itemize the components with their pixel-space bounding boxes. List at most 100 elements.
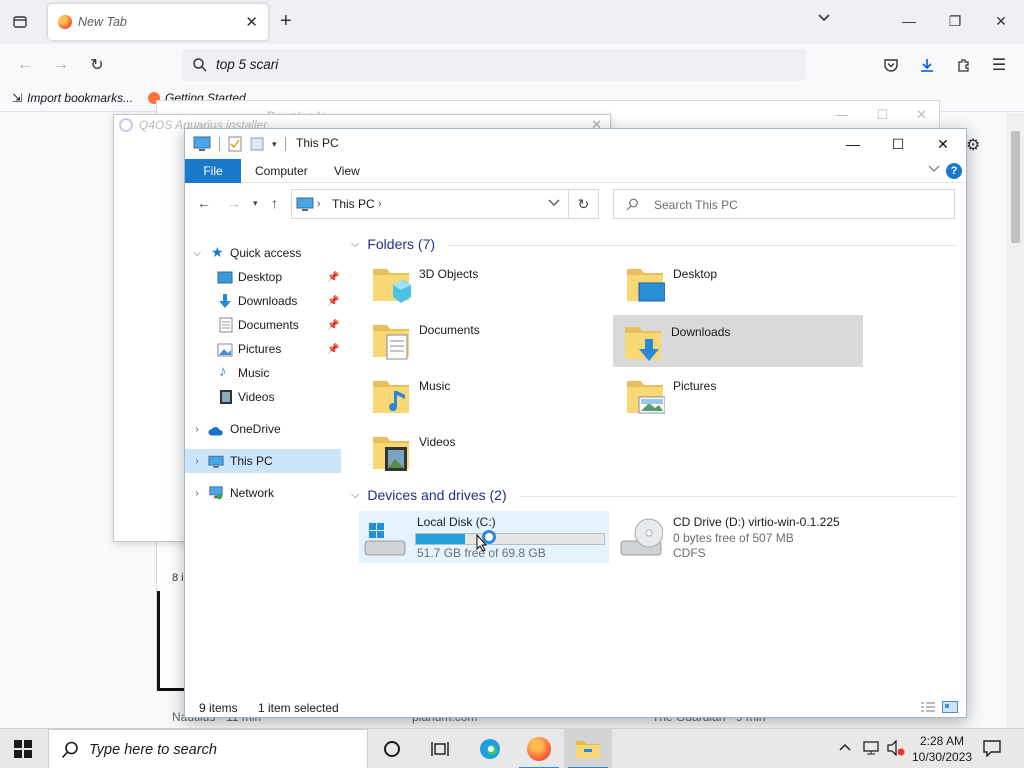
cortana-button[interactable] (368, 729, 416, 768)
firefox-icon (58, 15, 72, 29)
taskbar-slot[interactable] (614, 729, 658, 768)
folder-music[interactable]: Music (361, 369, 611, 421)
nav-onedrive[interactable]: › OneDrive (185, 417, 341, 441)
gear-icon[interactable]: ⚙ (966, 135, 980, 155)
folder-videos[interactable]: Videos (361, 425, 611, 477)
recent-locations-icon[interactable]: ▾ (253, 198, 258, 209)
clock-date: 10/30/2023 (912, 750, 973, 764)
minimize-icon[interactable]: — (900, 12, 918, 30)
videos-folder-icon (373, 437, 409, 471)
minimize-icon[interactable]: — (841, 133, 865, 155)
expand-ribbon-icon[interactable] (928, 164, 940, 176)
tab-title: New Tab (78, 15, 127, 29)
download-icon[interactable] (916, 54, 938, 76)
nav-quick-access[interactable]: ⌵ ★ Quick access (185, 241, 341, 265)
task-view-button[interactable] (416, 729, 464, 768)
breadcrumb-chevron-icon[interactable]: › (317, 198, 321, 210)
pin-icon[interactable]: 📌 (327, 320, 339, 331)
properties-icon[interactable] (228, 136, 242, 152)
close-icon[interactable]: ✕ (931, 133, 955, 155)
tab-file[interactable]: File (185, 159, 241, 183)
back-icon[interactable]: ← (197, 195, 211, 211)
selection-count: 1 item selected (258, 701, 339, 715)
taskbar-search-input[interactable]: Type here to search (48, 729, 368, 768)
customize-toolbar-icon[interactable]: ▾ (272, 139, 277, 150)
windows-start-icon[interactable] (14, 740, 32, 758)
tab-list-icon[interactable] (8, 10, 32, 34)
new-tab-button[interactable]: + (280, 10, 292, 32)
scroll-thumb[interactable] (1011, 131, 1020, 243)
folders-group-header[interactable]: ⌵ Folders (7) (351, 236, 435, 252)
address-history-icon[interactable] (548, 198, 560, 210)
browser-tab-bar: New Tab ✕ + — ❐ ✕ (0, 0, 1024, 44)
nav-network[interactable]: › Network (185, 481, 341, 505)
chevron-up-icon[interactable] (838, 740, 852, 755)
edge-button[interactable] (466, 729, 514, 768)
page-scrollbar[interactable] (1007, 113, 1024, 728)
notification-icon[interactable] (982, 739, 1002, 760)
new-folder-icon[interactable] (250, 136, 264, 152)
music-folder-icon (373, 381, 409, 413)
browser-nav-bar: ← → ↻ top 5 scari ☰ (0, 44, 1024, 86)
tiles-view-icon[interactable] (942, 701, 958, 713)
url-text: top 5 scari (216, 57, 279, 72)
tab-close-icon[interactable]: ✕ (245, 13, 258, 31)
nav-pictures[interactable]: Pictures 📌 (185, 337, 341, 361)
drive-cd-d[interactable]: CD Drive (D:) virtio-win-0.1.225 0 bytes… (615, 511, 915, 563)
edge-icon (480, 739, 500, 759)
folder-3d-objects[interactable]: 3D Objects (361, 257, 611, 309)
browser-tab[interactable]: New Tab ✕ (48, 4, 268, 40)
help-icon[interactable]: ? (946, 163, 962, 179)
nav-this-pc[interactable]: › This PC (185, 449, 341, 473)
reload-icon[interactable]: ↻ (86, 54, 108, 76)
maximize-icon[interactable]: ☐ (886, 133, 910, 155)
chevron-down-icon[interactable]: ⌵ (351, 238, 359, 251)
forward-icon[interactable]: → (227, 195, 241, 211)
breadcrumb-chevron-icon[interactable]: › (378, 198, 382, 210)
volume-muted-icon[interactable] (886, 739, 906, 759)
quick-access-toolbar: ▾ (193, 136, 286, 152)
nav-downloads[interactable]: Downloads 📌 (185, 289, 341, 313)
pictures-folder-icon (627, 381, 665, 414)
drives-group-header[interactable]: ⌵ Devices and drives (2) (351, 487, 507, 503)
chevron-down-icon[interactable] (817, 12, 831, 26)
close-icon[interactable]: ✕ (992, 12, 1010, 30)
chevron-right-icon[interactable]: › (191, 488, 203, 499)
folder-documents[interactable]: Documents (361, 313, 611, 365)
refresh-button[interactable]: ↻ (569, 189, 599, 219)
nav-documents[interactable]: Documents 📌 (185, 313, 341, 337)
chevron-down-icon[interactable]: ⌵ (191, 248, 203, 259)
breadcrumb[interactable]: This PC (332, 197, 375, 211)
url-bar[interactable]: top 5 scari (182, 49, 806, 81)
nav-videos[interactable]: Videos (185, 385, 341, 409)
search-input[interactable]: Search This PC (613, 189, 955, 219)
folder-downloads[interactable]: Downloads (613, 315, 863, 367)
details-view-icon[interactable] (920, 701, 936, 713)
pin-icon[interactable]: 📌 (327, 272, 339, 283)
pocket-icon[interactable] (880, 54, 902, 76)
file-explorer-button[interactable] (564, 729, 612, 768)
clock[interactable]: 2:28 AM 10/30/2023 (912, 733, 972, 765)
chevron-down-icon[interactable]: ⌵ (351, 489, 359, 502)
back-icon[interactable]: ← (14, 54, 36, 76)
forward-icon[interactable]: → (50, 54, 72, 76)
firefox-button[interactable] (515, 729, 563, 768)
restore-icon[interactable]: ❐ (946, 12, 964, 30)
folder-desktop[interactable]: Desktop (615, 257, 865, 309)
menu-icon[interactable]: ☰ (988, 54, 1010, 76)
chevron-right-icon[interactable]: › (191, 424, 203, 435)
pin-icon[interactable]: 📌 (327, 344, 339, 355)
network-icon[interactable] (862, 740, 880, 759)
tab-computer[interactable]: Computer (241, 159, 322, 183)
import-bookmarks-link[interactable]: ⇲ Import bookmarks... (12, 91, 133, 105)
title-bar[interactable]: ▾ This PC — ☐ ✕ (185, 129, 966, 159)
tab-view[interactable]: View (320, 159, 374, 183)
up-icon[interactable]: ↑ (271, 195, 278, 211)
pin-icon[interactable]: 📌 (327, 296, 339, 307)
nav-music[interactable]: ♪ Music (185, 361, 341, 385)
extensions-icon[interactable] (953, 54, 975, 76)
chevron-right-icon[interactable]: › (191, 456, 203, 467)
nav-desktop[interactable]: Desktop 📌 (185, 265, 341, 289)
address-bar[interactable]: › This PC › (291, 189, 569, 219)
folder-pictures[interactable]: Pictures (615, 369, 865, 421)
